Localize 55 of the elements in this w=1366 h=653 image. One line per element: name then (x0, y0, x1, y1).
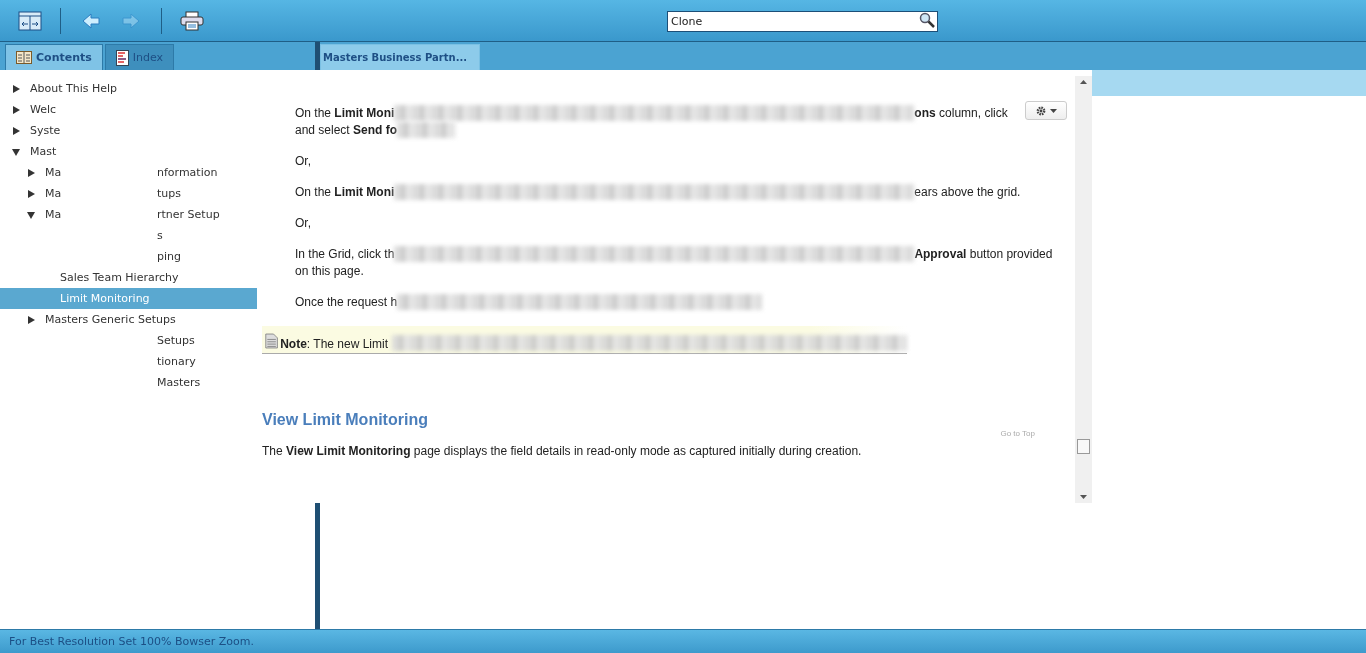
note-text: Note: The new Limit (280, 337, 388, 351)
paragraph-text: ons column, click (914, 106, 1008, 120)
tree-item[interactable]: About This Help (0, 78, 257, 99)
tree-item[interactable]: Sales Team Hierarchy (0, 267, 257, 288)
tree-item[interactable]: Setups (0, 330, 257, 351)
tree-item[interactable]: Masters Generic Setups (0, 309, 257, 330)
paragraph-text: Or, (295, 216, 311, 230)
paragraph-text: Or, (295, 154, 311, 168)
paragraph-text: Approval button provided (914, 247, 1053, 261)
expanded-arrow-icon[interactable] (27, 210, 35, 219)
back-arrow-icon (82, 12, 100, 29)
paragraph-text: Once the request h (295, 295, 398, 309)
tree-item[interactable]: Ma rtner Setup (0, 204, 257, 225)
note-page-icon (265, 331, 279, 351)
book-icon (16, 51, 32, 64)
tree-item[interactable]: Mast (0, 141, 257, 162)
forward-arrow-icon (122, 12, 140, 29)
panel-tab[interactable]: Contents (5, 44, 103, 70)
paragraph-text: On the Limit Moni (295, 185, 395, 199)
tree-item[interactable]: ping (0, 246, 257, 267)
tree-item[interactable]: Masters (0, 372, 257, 393)
collapsed-arrow-icon[interactable] (12, 126, 20, 135)
printer-icon (180, 10, 204, 31)
search-icon[interactable] (919, 12, 935, 28)
collapsed-arrow-icon[interactable] (12, 105, 20, 114)
section-heading: View Limit Monitoring (262, 411, 429, 429)
tree-item[interactable]: Welc (0, 99, 257, 120)
paragraph-text: on this page. (295, 264, 364, 278)
scrollbar[interactable] (1075, 76, 1092, 503)
collapsed-arrow-icon[interactable] (27, 189, 35, 198)
paragraph-text: ears above the grid. (914, 185, 1021, 199)
panes-toggle-icon (18, 10, 42, 31)
tree-item[interactable]: Syste (0, 120, 257, 141)
scroll-up-icon[interactable] (1080, 80, 1087, 84)
document-tab[interactable]: Masters Business Partn... (320, 44, 480, 70)
paragraph-text: and select Send fo (295, 123, 398, 137)
options-menu-button[interactable] (1025, 101, 1067, 120)
collapsed-arrow-icon[interactable] (27, 168, 35, 177)
status-text: For Best Resolution Set 100% Bowser Zoom. (9, 635, 254, 648)
collapsed-arrow-icon[interactable] (27, 315, 35, 324)
expanded-arrow-icon[interactable] (12, 147, 20, 156)
tree-item[interactable]: Ma nformation (0, 162, 257, 183)
index-list-icon (115, 49, 129, 66)
gear-icon (1035, 105, 1046, 116)
caret-icon (1049, 108, 1057, 113)
paragraph-text: The View Limit Monitoring page displays the field details in read-only mode as captured initially during creation. (262, 444, 862, 458)
paragraph-text: On the Limit Moni (295, 106, 395, 120)
tree-item[interactable]: Ma tups (0, 183, 257, 204)
tree-item[interactable]: s (0, 225, 257, 246)
scroll-down-icon[interactable] (1080, 495, 1087, 499)
tree-item[interactable]: tionary (0, 351, 257, 372)
search-field[interactable]: Clone (667, 11, 938, 32)
scroll-thumb[interactable] (1077, 439, 1090, 454)
collapsed-arrow-icon[interactable] (12, 84, 20, 93)
paragraph-text: In the Grid, click th (295, 247, 395, 261)
